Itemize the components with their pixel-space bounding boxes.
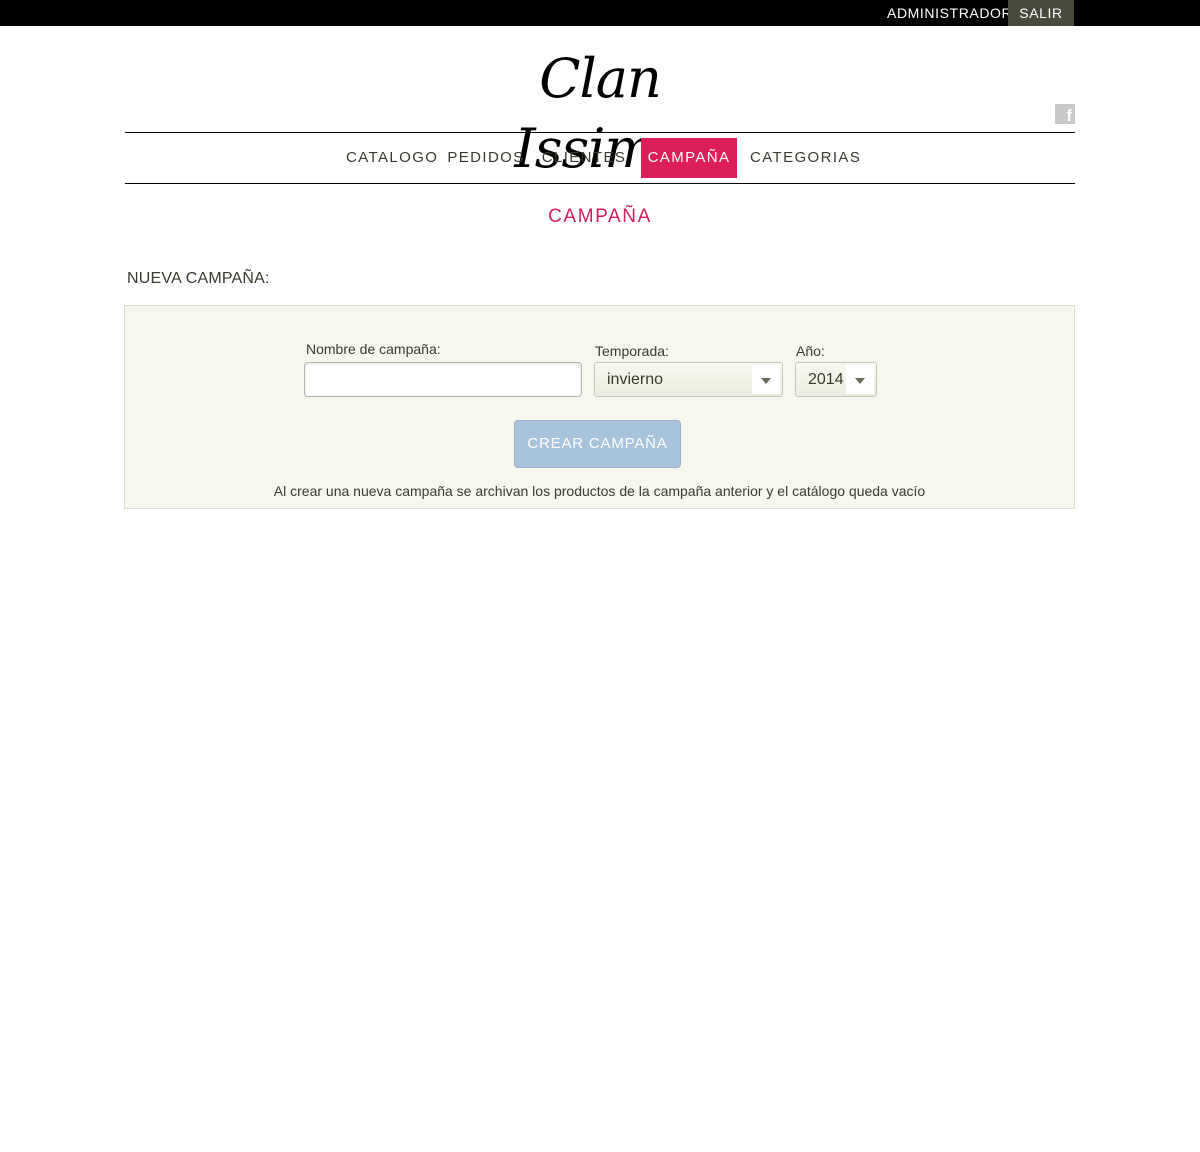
nav-item-catalogo[interactable]: CATALOGO: [346, 138, 437, 178]
nav-item-clientes[interactable]: CLIENTES: [540, 138, 628, 178]
brand-logo[interactable]: Clan Issime: [470, 44, 730, 180]
season-value: invierno: [607, 371, 664, 388]
year-value: 2014: [808, 371, 844, 388]
chevron-down-icon: [846, 365, 874, 394]
nav-item-pedidos[interactable]: PEDIDOS: [446, 138, 526, 178]
year-select[interactable]: 2014: [795, 362, 877, 397]
chevron-down-icon: [752, 365, 780, 394]
nav-item-categorias[interactable]: CATEGORIAS: [750, 138, 860, 178]
year-label: Año:: [796, 343, 825, 359]
nav-divider-top: [125, 132, 1075, 133]
top-bar: ADMINISTRADOR SALIR: [0, 0, 1200, 26]
section-title: NUEVA CAMPAÑA:: [127, 270, 270, 287]
campaign-name-input[interactable]: [304, 362, 582, 397]
page-title: CAMPAÑA: [548, 206, 652, 227]
season-select[interactable]: invierno: [594, 362, 783, 397]
facebook-icon[interactable]: f: [1055, 104, 1075, 124]
season-label: Temporada:: [595, 343, 669, 359]
nav-item-campana[interactable]: CAMPAÑA: [641, 138, 737, 178]
nav-divider-bottom: [125, 183, 1075, 184]
archive-note: Al crear una nueva campaña se archivan l…: [273, 483, 926, 499]
logout-button[interactable]: SALIR: [1008, 0, 1074, 26]
campaign-name-label: Nombre de campaña:: [306, 341, 441, 357]
new-campaign-form: [124, 305, 1075, 509]
user-role-label: ADMINISTRADOR: [887, 5, 1013, 21]
create-campaign-button[interactable]: CREAR CAMPAÑA: [514, 420, 681, 468]
